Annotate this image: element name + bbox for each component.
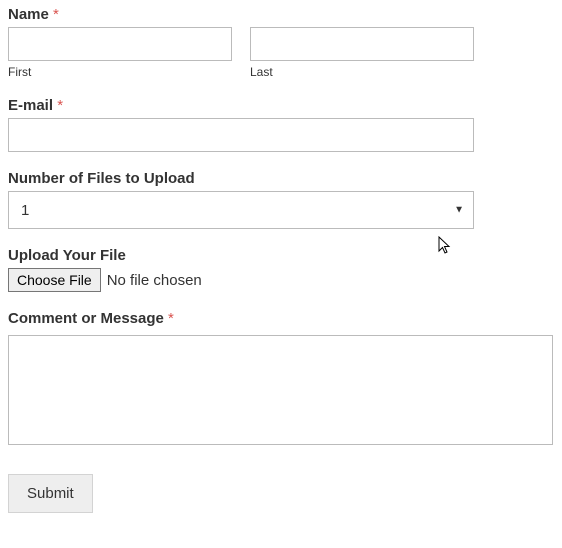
comment-textarea[interactable] bbox=[8, 335, 553, 445]
last-name-input[interactable] bbox=[250, 27, 474, 61]
required-asterisk: * bbox=[168, 310, 174, 327]
filecount-select[interactable]: 1 bbox=[8, 191, 474, 229]
name-label: Name * bbox=[8, 6, 554, 23]
email-label-text: E-mail bbox=[8, 97, 53, 114]
email-input[interactable] bbox=[8, 118, 474, 152]
required-asterisk: * bbox=[57, 97, 63, 114]
comment-label-text: Comment or Message bbox=[8, 310, 164, 327]
first-name-input[interactable] bbox=[8, 27, 232, 61]
last-name-sublabel: Last bbox=[250, 65, 474, 79]
filecount-label: Number of Files to Upload bbox=[8, 170, 554, 187]
submit-button[interactable]: Submit bbox=[8, 474, 93, 513]
choose-file-button[interactable]: Choose File bbox=[8, 268, 101, 292]
upload-label: Upload Your File bbox=[8, 247, 554, 264]
required-asterisk: * bbox=[53, 6, 59, 23]
first-name-sublabel: First bbox=[8, 65, 232, 79]
file-status-text: No file chosen bbox=[107, 272, 202, 289]
name-label-text: Name bbox=[8, 6, 49, 23]
email-label: E-mail * bbox=[8, 97, 554, 114]
comment-label: Comment or Message * bbox=[8, 310, 554, 327]
